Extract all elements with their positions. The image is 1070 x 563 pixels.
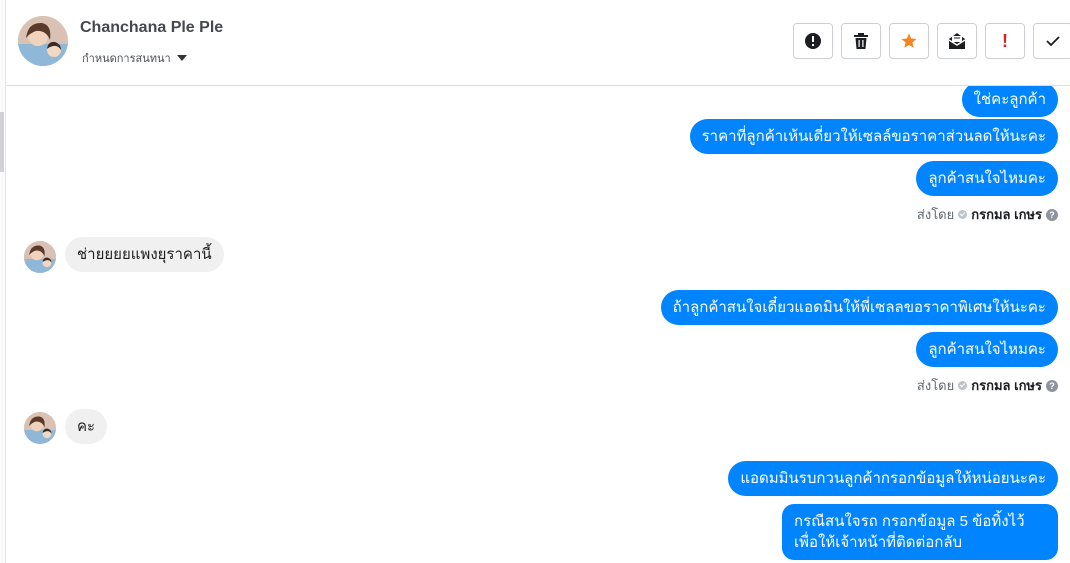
sent-by-prefix: ส่งโดย (916, 207, 955, 222)
message-bubble-outgoing: ลูกค้าสนใจไหมคะ (916, 161, 1058, 196)
sent-by-agent[interactable]: กรกมล เกษร (971, 375, 1042, 396)
mark-unread-button[interactable] (937, 23, 977, 59)
message-bubble-incoming: คะ (65, 409, 108, 444)
message-bubble-outgoing: ใช่คะลูกค้า (961, 86, 1058, 117)
message-bubble-outgoing: ถ้าลูกค้าสนใจเดี๋ยวแอดมินให้พี่เซลลขอราค… (660, 290, 1058, 325)
sent-by-label: ส่งโดย กรกมล เกษร ? (917, 375, 1058, 396)
conversation-header: Chanchana Ple Ple กำหนดการสนทนา ! (6, 0, 1070, 86)
star-button[interactable] (889, 23, 929, 59)
conversation-toolbar: ! (793, 23, 1070, 59)
delete-button[interactable] (841, 23, 881, 59)
sent-by-prefix: ส่งโดย (916, 378, 955, 393)
message-bubble-outgoing: ราคาที่ลูกค้าเห้นเดี่ยวให้เซลล์ขอราคาส่ว… (689, 119, 1058, 154)
sent-by-agent[interactable]: กรกมล เกษร (971, 204, 1042, 225)
help-icon[interactable]: ? (1046, 208, 1058, 221)
conversation-settings-dropdown[interactable]: กำหนดการสนทนา (82, 49, 187, 67)
message-line: กรณีสนใจรถ กรอกข้อมูล 5 ข้อทิ้งไว้ (794, 513, 1025, 530)
contact-name: Chanchana Ple Ple (80, 19, 224, 36)
flag-important-button[interactable]: ! (985, 23, 1025, 59)
check-icon (1046, 36, 1060, 47)
caret-down-icon (176, 55, 187, 61)
contact-avatar-small[interactable] (24, 241, 56, 273)
contact-avatar[interactable] (18, 16, 68, 66)
message-bubble-outgoing: ลูกค้าสนใจไหมคะ (916, 332, 1058, 367)
message-bubble-incoming: ช่ายยยยแพงยุราคานี้ (65, 237, 224, 272)
open-envelope-icon (948, 33, 966, 49)
message-line: เพื่อให้เจ้าหน้าที่ติดต่อกลับ (794, 534, 963, 551)
message-bubble-outgoing: แอดมมินรบกวนลูกค้ากรอกข้อมูลให้หน่อยนะคะ (728, 461, 1058, 496)
check-circle-icon (958, 381, 968, 390)
trash-icon (854, 33, 868, 49)
check-circle-icon (958, 210, 968, 219)
scrollbar-thumb[interactable] (0, 112, 4, 172)
mark-done-button[interactable] (1033, 23, 1070, 59)
contact-avatar-small[interactable] (24, 412, 56, 444)
conversation-settings-label: กำหนดการสนทนา (82, 53, 171, 65)
message-bubble-outgoing: กรณีสนใจรถ กรอกข้อมูล 5 ข้อทิ้งไว้ เพื่อ… (782, 504, 1058, 560)
exclamation-circle-icon (805, 33, 821, 49)
help-icon[interactable]: ? (1046, 379, 1058, 392)
message-thread[interactable]: ใช่คะลูกค้า ราคาที่ลูกค้าเห้นเดี่ยวให้เซ… (6, 86, 1070, 563)
sent-by-label: ส่งโดย กรกมล เกษร ? (917, 204, 1058, 225)
star-icon (901, 33, 917, 48)
exclamation-icon: ! (1002, 31, 1008, 51)
mark-spam-button[interactable] (793, 23, 833, 59)
